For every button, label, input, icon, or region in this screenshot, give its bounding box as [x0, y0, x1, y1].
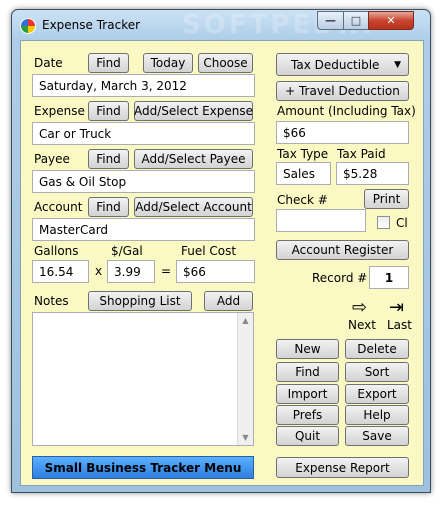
shopping-list-button[interactable]: Shopping List [88, 291, 192, 311]
check-number-field[interactable] [276, 209, 366, 232]
next-arrow-icon[interactable]: ⇨ [352, 299, 367, 317]
tax-deductible-dropdown[interactable]: Tax Deductible ▼ [276, 53, 409, 76]
gallons-label: Gallons [34, 244, 79, 258]
payee-find-button[interactable]: Find [88, 149, 129, 169]
last-label: Last [387, 318, 412, 332]
tax-paid-label: Tax Paid [337, 147, 386, 161]
last-arrow-icon[interactable]: ⇥ [389, 299, 404, 317]
find-button[interactable]: Find [276, 362, 339, 382]
app-logo-icon [20, 18, 36, 34]
account-find-button[interactable]: Find [88, 197, 129, 217]
shopping-list-label: Shopping List [99, 294, 181, 308]
delete-button[interactable]: Delete [345, 339, 409, 359]
small-business-tracker-menu-button[interactable]: Small Business Tracker Menu [32, 456, 254, 479]
gallons-field[interactable]: 16.54 [32, 260, 89, 283]
check-number-label: Check # [277, 193, 328, 207]
expense-report-button[interactable]: Expense Report [276, 457, 409, 478]
maximize-button[interactable]: □ [343, 11, 369, 30]
amount-label: Amount (Including Tax) [277, 104, 416, 118]
help-button[interactable]: Help [345, 405, 409, 425]
fuel-cost-label: Fuel Cost [181, 244, 237, 258]
account-register-button[interactable]: Account Register [276, 240, 409, 260]
fuel-cost-field[interactable]: $66 [176, 260, 255, 283]
payee-field[interactable]: Gas & Oil Stop [32, 170, 255, 193]
tax-type-field[interactable]: Sales [276, 162, 331, 185]
expense-find-button[interactable]: Find [88, 101, 129, 121]
save-button[interactable]: Save [345, 426, 409, 446]
price-per-gallon-field[interactable]: 3.99 [107, 260, 155, 283]
export-button[interactable]: Export [345, 384, 409, 404]
scroll-down-icon[interactable]: ▼ [241, 433, 250, 442]
payee-label: Payee [34, 152, 70, 166]
tax-paid-field[interactable]: $5.28 [336, 162, 409, 185]
add-select-payee-button[interactable]: Add/Select Payee [134, 149, 253, 169]
date-field[interactable]: Saturday, March 3, 2012 [32, 74, 255, 97]
price-per-gallon-label: $/Gal [111, 244, 143, 258]
record-number-field[interactable]: 1 [369, 266, 409, 289]
cleared-label: Cl [396, 216, 408, 230]
close-button[interactable]: ✕ [368, 11, 414, 30]
expense-label: Expense [34, 104, 85, 118]
amount-field[interactable]: $66 [276, 121, 409, 144]
next-label: Next [348, 318, 376, 332]
new-record-button[interactable]: New [276, 339, 339, 359]
print-button[interactable]: Print [364, 189, 409, 209]
quit-button[interactable]: Quit [276, 426, 339, 446]
cleared-checkbox[interactable] [377, 216, 390, 229]
expense-field[interactable]: Car or Truck [32, 122, 255, 145]
form-area: Date Find Today Choose Saturday, March 3… [20, 40, 424, 486]
tax-deductible-value: Tax Deductible [291, 57, 380, 72]
equals-sign: = [161, 264, 172, 278]
import-button[interactable]: Import [276, 384, 339, 404]
notes-label: Notes [34, 294, 69, 308]
multiply-sign: x [95, 264, 103, 278]
record-number-label: Record # [312, 271, 368, 285]
minimize-icon: — [325, 14, 336, 27]
chevron-down-icon: ▼ [394, 59, 401, 70]
close-icon: ✕ [386, 14, 396, 27]
maximize-icon: □ [350, 14, 362, 27]
add-select-account-button[interactable]: Add/Select Account [134, 197, 253, 217]
prefs-button[interactable]: Prefs [276, 405, 339, 425]
minimize-button[interactable]: — [317, 11, 344, 30]
tax-type-label: Tax Type [277, 147, 329, 161]
travel-deduction-button[interactable]: + Travel Deduction [276, 81, 409, 101]
add-note-button[interactable]: Add [204, 291, 253, 311]
title-bar[interactable]: Expense Tracker SOFTPEDIA — □ ✕ [12, 10, 430, 40]
date-find-button[interactable]: Find [88, 53, 129, 73]
notes-textarea[interactable]: ▲ ▼ [32, 312, 254, 446]
add-select-expense-button[interactable]: Add/Select Expense [134, 101, 253, 121]
notes-text [33, 313, 253, 316]
choose-date-button[interactable]: Choose [198, 53, 253, 73]
account-field[interactable]: MasterCard [32, 218, 255, 241]
sort-button[interactable]: Sort [345, 362, 409, 382]
date-label: Date [34, 56, 63, 70]
notes-scrollbar[interactable]: ▲ ▼ [237, 313, 253, 445]
window-title: Expense Tracker [42, 18, 141, 32]
expense-tracker-window: Expense Tracker SOFTPEDIA — □ ✕ Date Fin… [11, 9, 431, 493]
today-button[interactable]: Today [143, 53, 193, 73]
account-label: Account [34, 200, 83, 214]
scroll-up-icon[interactable]: ▲ [241, 316, 250, 325]
